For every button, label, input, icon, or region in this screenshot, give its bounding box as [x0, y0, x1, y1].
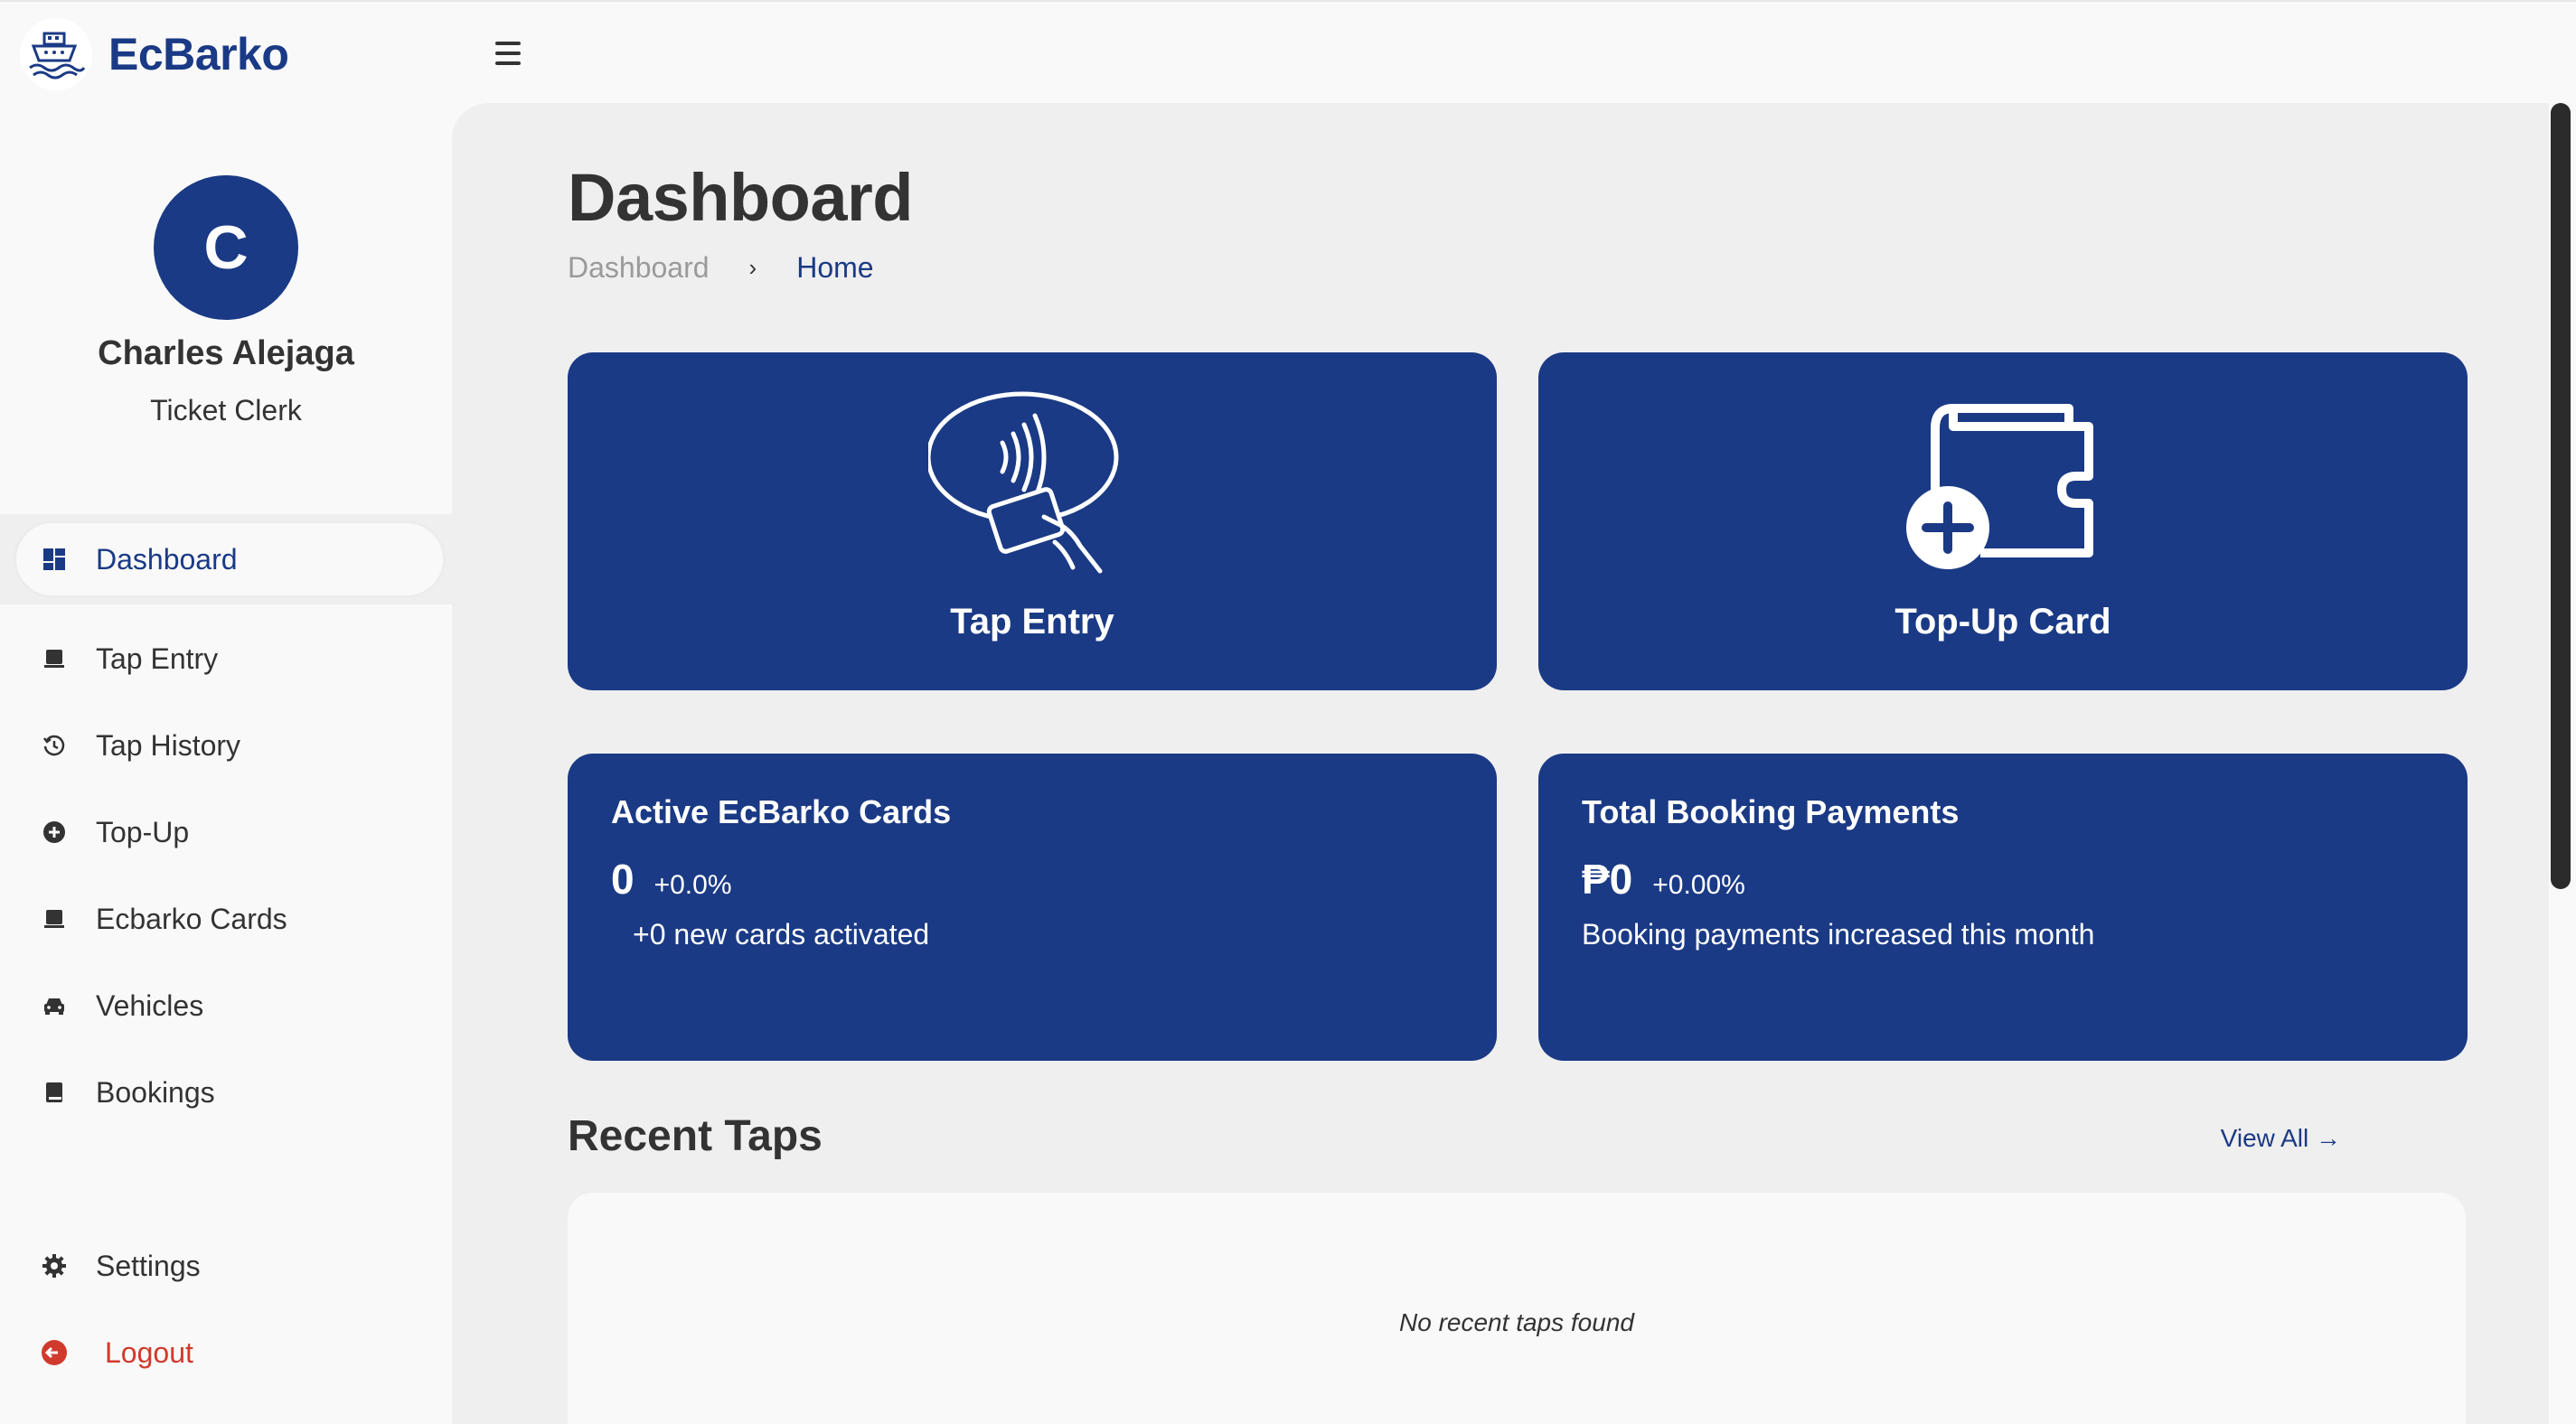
tap-entry-card[interactable]: Tap Entry [568, 352, 1497, 690]
sidebar-item-label: Tap Entry [96, 642, 219, 675]
stat-change: +0.0% [653, 870, 732, 900]
scrollbar-thumb[interactable] [2551, 103, 2571, 889]
stat-title: Total Booking Payments [1582, 793, 1960, 830]
book-icon [38, 1076, 71, 1109]
view-all-link[interactable]: View All → [2221, 1124, 2341, 1153]
stat-change: +0.00% [1652, 870, 1745, 900]
plus-circle-icon [38, 816, 71, 848]
logout-button[interactable]: Logout [16, 1316, 443, 1389]
avatar[interactable]: C [154, 175, 298, 320]
sidebar-item-bookings[interactable]: Bookings [16, 1056, 443, 1129]
booking-payments-stat: Total Booking Payments ₱0 +0.00% Booking… [1538, 754, 2468, 1061]
stat-title: Active EcBarko Cards [611, 793, 952, 830]
sidebar-item-label: Ecbarko Cards [96, 902, 287, 935]
tap-entry-label: Tap Entry [950, 602, 1114, 642]
stat-value-row: 0 +0.0% [611, 855, 732, 904]
chevron-right-icon: › [748, 254, 757, 281]
profile-card: C Charles Alejaga Ticket Clerk [0, 103, 452, 514]
logout-icon [38, 1336, 71, 1369]
gear-icon [38, 1250, 71, 1282]
card-icon [38, 903, 71, 935]
sidebar: C Charles Alejaga Ticket Clerk Dashboard [0, 103, 452, 1424]
breadcrumb-home[interactable]: Home [796, 251, 873, 285]
sidebar-item-label: Tap History [96, 728, 241, 762]
top-bar: EcBarko [0, 0, 2576, 103]
sidebar-item-ecbarko-cards[interactable]: Ecbarko Cards [16, 883, 443, 955]
sidebar-item-label: Settings [96, 1249, 201, 1282]
card-icon [38, 642, 71, 675]
page-title: Dashboard [568, 160, 914, 235]
top-up-label: Top-Up Card [1894, 602, 2111, 642]
sidebar-item-label: Bookings [96, 1075, 215, 1109]
ship-logo-icon [20, 18, 92, 90]
stat-note: +0 new cards activated [633, 918, 930, 951]
sidebar-item-tap-entry[interactable]: Tap Entry [16, 623, 443, 695]
brand[interactable]: EcBarko [20, 18, 289, 90]
sidebar-item-settings[interactable]: Settings [16, 1230, 443, 1302]
tap-card-icon [568, 390, 1497, 580]
menu-toggle-icon[interactable] [495, 42, 531, 69]
sidebar-item-label: Vehicles [96, 988, 204, 1022]
app-name: EcBarko [108, 29, 289, 80]
dashboard-grid-icon [38, 543, 71, 576]
logout-label: Logout [105, 1335, 193, 1369]
sidebar-item-dashboard[interactable]: Dashboard [16, 523, 443, 595]
stat-value: ₱0 [1582, 856, 1633, 903]
wallet-plus-icon [1538, 390, 2468, 580]
car-icon [38, 989, 71, 1022]
sidebar-nav: Tap Entry Tap History Top-Up Ecbarko Car… [0, 604, 452, 1424]
sidebar-item-label: Top-Up [96, 815, 190, 848]
stat-note: Booking payments increased this month [1582, 918, 2095, 951]
sidebar-item-label: Dashboard [96, 542, 238, 576]
stat-value: 0 [611, 856, 635, 903]
breadcrumb-dashboard[interactable]: Dashboard [568, 251, 710, 285]
app-root: EcBarko C Charles Alejaga Ticket Clerk D… [0, 0, 2576, 1424]
user-name: Charles Alejaga [98, 334, 354, 372]
top-up-card[interactable]: Top-Up Card [1538, 352, 2468, 690]
user-role: Ticket Clerk [150, 394, 302, 426]
sidebar-item-tap-history[interactable]: Tap History [16, 709, 443, 782]
empty-state-text: No recent taps found [1399, 1308, 1634, 1336]
sidebar-item-top-up[interactable]: Top-Up [16, 796, 443, 868]
history-icon [38, 729, 71, 762]
stat-value-row: ₱0 +0.00% [1582, 855, 1745, 904]
recent-taps-panel: No recent taps found [568, 1193, 2466, 1424]
main-content: Dashboard Dashboard › Home Tap Entry Top… [452, 103, 2549, 1424]
active-cards-stat: Active EcBarko Cards 0 +0.0% +0 new card… [568, 754, 1497, 1061]
breadcrumb: Dashboard › Home [568, 251, 874, 285]
sidebar-item-vehicles[interactable]: Vehicles [16, 970, 443, 1042]
recent-taps-title: Recent Taps [568, 1112, 823, 1160]
